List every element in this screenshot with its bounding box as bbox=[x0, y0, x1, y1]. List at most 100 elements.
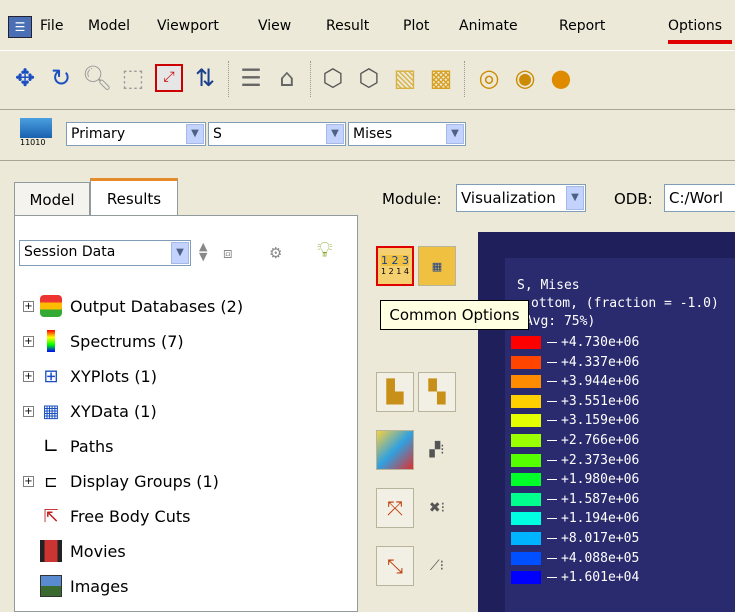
legend-entry: +2.766e+06 bbox=[511, 433, 639, 448]
tree-item-xydata[interactable]: + ▦ XYData (1) bbox=[23, 396, 157, 426]
expand-icon[interactable]: + bbox=[23, 370, 34, 382]
legend-color-swatch bbox=[511, 375, 541, 389]
odb-label: ODB: bbox=[614, 190, 653, 208]
symbol-options-button[interactable]: ✖⁝ bbox=[418, 488, 456, 528]
tree-item-free-body-cuts[interactable]: ⇱ Free Body Cuts bbox=[23, 501, 190, 531]
plot-deformed-button[interactable]: ▚ bbox=[418, 372, 456, 412]
wireframe-icon[interactable]: ⬡ bbox=[318, 63, 348, 93]
translucency-icon[interactable]: ◎ bbox=[474, 63, 504, 93]
sphere-icon[interactable]: ● bbox=[546, 63, 576, 93]
box-zoom-icon[interactable]: ⬚ bbox=[118, 63, 148, 93]
tree-item-spectrums[interactable]: + Spectrums (7) bbox=[23, 326, 184, 356]
chevron-down-icon[interactable]: ▼ bbox=[326, 124, 344, 144]
legend-entry: +1.194e+06 bbox=[511, 511, 640, 527]
zoom-icon[interactable]: 🔍︎ bbox=[82, 63, 112, 93]
tree-item-label: Images bbox=[70, 576, 129, 596]
legend-entry: +1.587e+06 bbox=[511, 492, 639, 507]
superimpose-options-button[interactable]: ▦ bbox=[418, 246, 456, 286]
cycle-views-icon[interactable]: ⇅ bbox=[190, 63, 220, 93]
expand-icon[interactable]: + bbox=[23, 475, 34, 487]
tree-options-icon[interactable]: ⚙ bbox=[269, 244, 282, 262]
xydata-icon: ▦ bbox=[42, 400, 60, 422]
perspective-on-icon[interactable]: ⌂ bbox=[272, 63, 302, 93]
filter-icon[interactable]: ⧈ bbox=[223, 244, 233, 262]
menu-animate[interactable]: Animate bbox=[459, 18, 518, 34]
legend-color-swatch bbox=[511, 355, 541, 369]
tree-item-xyplots[interactable]: + ⊞ XYPlots (1) bbox=[23, 361, 157, 391]
tab-results[interactable]: Results bbox=[90, 178, 178, 216]
plot-material-orientations-button[interactable]: ⤡ bbox=[376, 546, 414, 586]
field-output-toolbar: 11010 Primary ▼ S ▼ Mises ▼ bbox=[0, 110, 735, 161]
menu-viewport[interactable]: Viewport bbox=[157, 18, 219, 34]
orientation-options-button[interactable]: ⟋⁝ bbox=[418, 546, 456, 586]
legend-tick bbox=[547, 479, 557, 481]
chevron-down-icon[interactable]: ▼ bbox=[171, 242, 189, 264]
pan-icon[interactable]: ✥ bbox=[10, 63, 40, 93]
legend-color-swatch bbox=[511, 512, 541, 526]
tree-item-label: Paths bbox=[70, 436, 114, 456]
tree-item-output-databases[interactable]: + Output Databases (2) bbox=[23, 291, 243, 321]
field-output-dialog-icon[interactable]: 11010 bbox=[20, 118, 60, 154]
contour-options-button[interactable]: ▞⁝ bbox=[418, 430, 456, 470]
tab-model[interactable]: Model bbox=[14, 182, 90, 216]
output-position-select[interactable]: Primary ▼ bbox=[66, 122, 206, 146]
expand-icon[interactable]: + bbox=[23, 335, 34, 347]
tree-item-movies[interactable]: Movies bbox=[23, 536, 126, 566]
module-label: Module: bbox=[382, 190, 442, 208]
highlight-icon[interactable]: 💡︎ bbox=[317, 238, 332, 263]
legend-value: +3.551e+06 bbox=[561, 393, 640, 409]
results-tree-panel: Session Data ▼ ▲ ▼ ⧈ ⚙ 💡︎ + Output Databa… bbox=[14, 215, 358, 612]
tree-item-display-groups[interactable]: + ⊏ Display Groups (1) bbox=[23, 466, 219, 496]
options-highlight-underline bbox=[668, 40, 732, 44]
chevron-down-icon[interactable]: ▼ bbox=[566, 186, 584, 210]
menu-options[interactable]: Options bbox=[668, 18, 722, 34]
app-icon[interactable]: ☰ bbox=[8, 16, 32, 38]
shaded-icon[interactable]: ▩ bbox=[426, 63, 456, 93]
rotate-icon[interactable]: ↻ bbox=[46, 63, 76, 93]
legend-entry: +3.551e+06 bbox=[511, 393, 640, 409]
menu-file[interactable]: File bbox=[40, 18, 63, 34]
filled-icon[interactable]: ▧ bbox=[390, 63, 420, 93]
legend-color-swatch bbox=[511, 414, 541, 428]
spin-arrows-icon[interactable]: ▲ ▼ bbox=[199, 241, 207, 262]
legend-value: +3.159e+06 bbox=[561, 413, 640, 429]
menu-plot[interactable]: Plot bbox=[403, 18, 429, 34]
invariant-select[interactable]: Mises ▼ bbox=[348, 122, 466, 146]
spectrum-icon bbox=[40, 330, 62, 352]
legend-tick bbox=[547, 498, 557, 500]
tree-item-label: XYPlots (1) bbox=[70, 366, 157, 386]
menu-result[interactable]: Result bbox=[326, 18, 369, 34]
plot-contours-button[interactable] bbox=[376, 430, 414, 470]
path-icon: ∟ bbox=[42, 434, 60, 458]
session-data-select[interactable]: Session Data ▼ bbox=[19, 240, 191, 266]
expand-icon[interactable]: + bbox=[23, 405, 34, 417]
menu-view[interactable]: View bbox=[258, 18, 291, 34]
tree-item-label: Output Databases (2) bbox=[70, 296, 244, 316]
image-icon bbox=[40, 575, 62, 597]
chevron-down-icon[interactable]: ▼ bbox=[186, 124, 204, 144]
legend-value: +4.730e+06 bbox=[561, 335, 640, 350]
module-select[interactable]: Visualization ▼ bbox=[456, 184, 586, 212]
plot-undeformed-button[interactable]: ▙ bbox=[376, 372, 414, 412]
expand-icon[interactable]: + bbox=[23, 300, 34, 312]
field-variable-select[interactable]: S ▼ bbox=[208, 122, 346, 146]
legend-entry: +3.159e+06 bbox=[511, 413, 640, 429]
field-variable-value: S bbox=[213, 126, 222, 142]
tree-item-paths[interactable]: ∟ Paths bbox=[23, 431, 114, 461]
toolbar-separator bbox=[228, 61, 231, 97]
auto-fit-icon[interactable]: ⤢ bbox=[154, 63, 184, 93]
legend-tick bbox=[547, 459, 557, 461]
odb-path-field[interactable]: C:/Worl bbox=[664, 184, 735, 212]
menu-report[interactable]: Report bbox=[559, 18, 605, 34]
hidden-line-icon[interactable]: ⬡ bbox=[354, 63, 384, 93]
legend-entry: +4.088e+05 bbox=[511, 551, 639, 566]
perspective-off-icon[interactable]: ☰ bbox=[236, 63, 266, 93]
legend-value: +1.194e+06 bbox=[561, 511, 640, 527]
common-options-button[interactable]: 1 2 3 1 2 1 4 bbox=[376, 246, 414, 286]
menu-model[interactable]: Model bbox=[88, 18, 130, 34]
translucency-off-icon[interactable]: ◉ bbox=[510, 63, 540, 93]
tree-item-images[interactable]: Images bbox=[23, 571, 128, 601]
common-options-numbers: 1 2 3 bbox=[381, 254, 409, 267]
chevron-down-icon[interactable]: ▼ bbox=[446, 124, 464, 144]
plot-symbols-button[interactable]: ⤧ bbox=[376, 488, 414, 528]
